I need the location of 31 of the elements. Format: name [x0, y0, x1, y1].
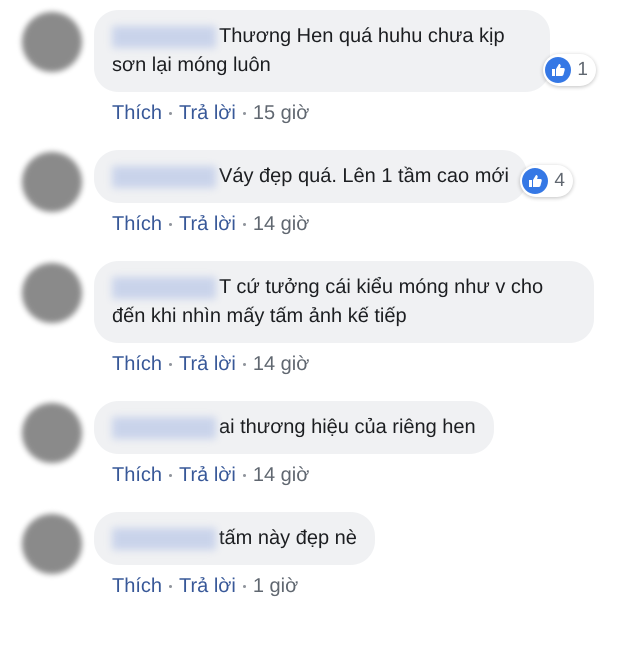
action-link[interactable]: Trả lời [179, 209, 236, 239]
comment-text: T cứ tưởng cái kiểu móng như v cho đến khi nhìn mấy tấm ảnh kế tiếp [112, 275, 544, 329]
action-link[interactable]: Thích [112, 460, 162, 490]
avatar-placeholder [22, 12, 82, 72]
avatar-placeholder [22, 152, 82, 212]
comment-text: Váy đẹp quá. Lên 1 tầm cao mới [112, 162, 509, 191]
comment-time: 15 giờ [252, 101, 310, 126]
reaction-badge[interactable]: 4 [520, 164, 573, 197]
like-count: 4 [554, 168, 565, 192]
action-link[interactable]: Trả lời [179, 571, 236, 601]
reaction-badge[interactable]: 1 [543, 54, 596, 86]
avatar-placeholder [22, 514, 82, 574]
thumbs-up-icon [522, 168, 548, 194]
comment-text: Thương Hen quá huhu chưa kịp sơn lại móng luôn [112, 24, 506, 78]
action-link[interactable]: Thích [112, 571, 162, 601]
action-link[interactable]: Thích [112, 209, 162, 239]
action-link[interactable]: Trả lời [179, 98, 236, 128]
thumbs-up-icon [545, 56, 572, 83]
avatar-placeholder [22, 403, 82, 463]
action-link[interactable]: Thích [112, 349, 162, 379]
action-link[interactable]: Trả lời [179, 349, 236, 379]
comment-time: 1 giờ [252, 574, 298, 599]
comment-time: 14 giờ [252, 352, 310, 377]
comment-time: 14 giờ [252, 463, 310, 488]
comment-time: 14 giờ [252, 212, 310, 237]
like-count: 1 [577, 58, 588, 82]
comment-text: ai thương hiệu của riêng hen [112, 413, 476, 442]
action-link[interactable]: Trả lời [179, 460, 236, 490]
action-link[interactable]: Thích [112, 98, 162, 128]
avatar-placeholder [22, 263, 82, 323]
comment-text: tấm này đẹp nè [112, 524, 357, 553]
